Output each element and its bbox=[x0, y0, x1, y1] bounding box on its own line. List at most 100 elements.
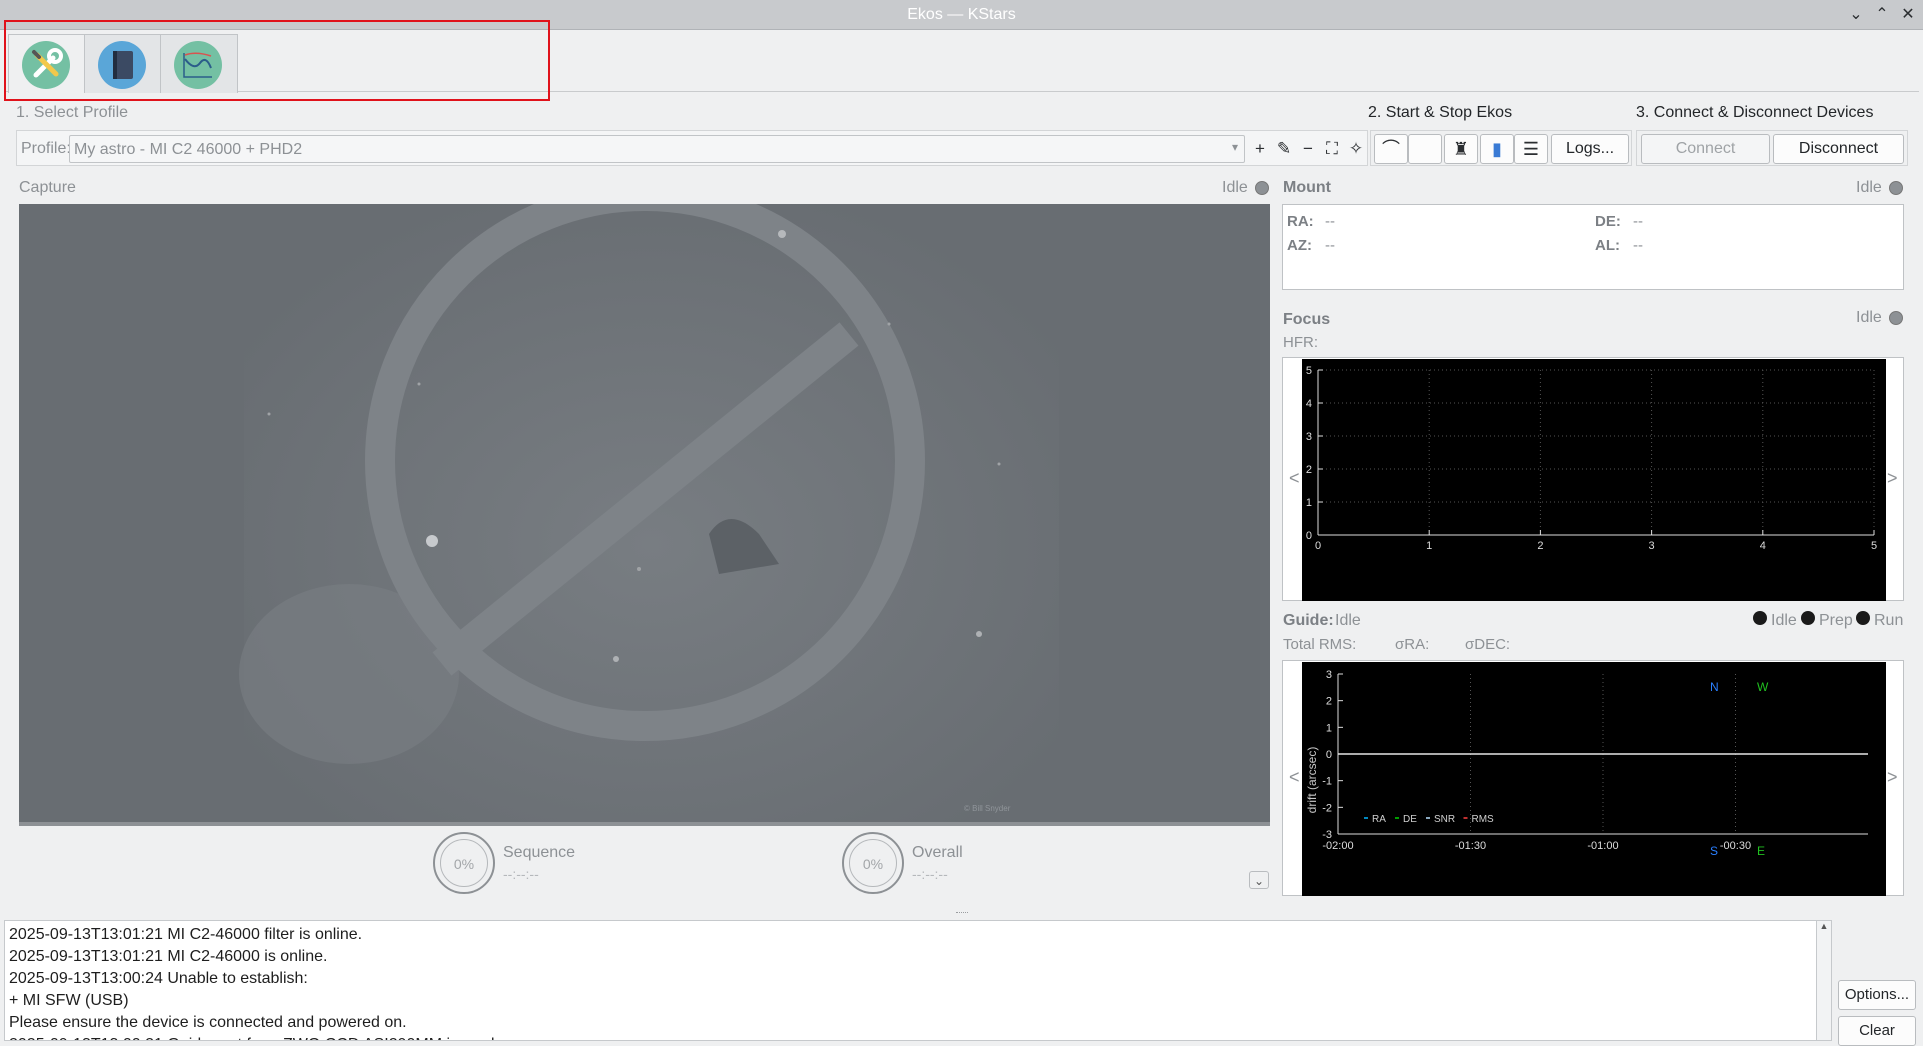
overall-percent: 0% bbox=[849, 839, 897, 887]
hfr-label: HFR: bbox=[1283, 334, 1318, 351]
start-ekos-button[interactable] bbox=[1408, 134, 1442, 164]
log-line: + MI SFW (USB) bbox=[9, 992, 129, 1009]
radio-idle-label: Idle bbox=[1771, 612, 1797, 629]
guide-ytick-label: 2 bbox=[1326, 696, 1332, 708]
mount-status: Idle bbox=[1856, 179, 1882, 196]
focus-hfr-chart: 0 1 2 3 4 5 0 1 2 3 4 5 bbox=[1302, 359, 1886, 601]
radio-prep-label: Prep bbox=[1819, 612, 1853, 629]
overall-time: --:--:-- bbox=[912, 866, 948, 882]
overall-progress-ring: 0% bbox=[842, 832, 904, 894]
wizard-icon[interactable]: ✧ bbox=[1345, 138, 1367, 160]
focus-nav-right-icon[interactable]: > bbox=[1887, 468, 1898, 489]
focus-label: Focus bbox=[1283, 311, 1331, 328]
sigma-ra-label: σRA: bbox=[1395, 636, 1430, 653]
log-scrollbar[interactable]: ▲ bbox=[1816, 920, 1832, 1041]
minimize-icon[interactable]: ⌄ bbox=[1846, 5, 1866, 25]
guide-legend-label: RA bbox=[1372, 814, 1386, 825]
capture-preview: © Bill Snyder bbox=[19, 204, 1270, 822]
focus-nav-left-icon[interactable]: < bbox=[1289, 468, 1300, 489]
total-rms-label: Total RMS: bbox=[1283, 636, 1357, 653]
disconnect-link-icon[interactable]: ⌒ bbox=[1374, 134, 1408, 164]
compass-e: E bbox=[1757, 844, 1765, 858]
connect-devices-label: 3. Connect & Disconnect Devices bbox=[1636, 104, 1874, 121]
focus-status: Idle bbox=[1856, 309, 1882, 326]
guide-panel: < > 3 2 1 0 -1 -2 -3 -02:00 -01:30 -01:00 -00:30 d… bbox=[1282, 660, 1904, 896]
log-options-button[interactable]: Options... bbox=[1838, 980, 1916, 1010]
expand-chevron-icon[interactable]: ⌄ bbox=[1249, 871, 1269, 889]
compass-s: S bbox=[1710, 844, 1718, 858]
guide-ytick-label: 0 bbox=[1326, 749, 1332, 761]
logs-button[interactable]: Logs... bbox=[1551, 134, 1629, 164]
capture-label: Capture bbox=[19, 179, 76, 196]
focus-status-led bbox=[1889, 311, 1903, 325]
focus-xtick-label: 4 bbox=[1760, 540, 1766, 552]
guide-ytick-label: -1 bbox=[1322, 776, 1332, 788]
connect-group: Connect Disconnect bbox=[1636, 130, 1908, 166]
de-value: -- bbox=[1633, 213, 1643, 230]
log-line: Please ensure the device is connected an… bbox=[9, 1014, 407, 1031]
remove-profile-icon[interactable]: − bbox=[1297, 138, 1319, 160]
log-clear-button[interactable]: Clear bbox=[1838, 1016, 1916, 1046]
splitter-handle[interactable] bbox=[956, 912, 968, 915]
al-value: -- bbox=[1633, 237, 1643, 254]
connect-button[interactable]: Connect bbox=[1641, 134, 1770, 164]
focus-ytick-label: 1 bbox=[1306, 497, 1312, 509]
radio-run bbox=[1856, 611, 1870, 625]
guide-ytick-label: 1 bbox=[1326, 722, 1332, 734]
settings-sliders-icon[interactable]: ☰ bbox=[1514, 134, 1548, 164]
capture-progress-bar bbox=[19, 822, 1270, 826]
mount-label: Mount bbox=[1283, 179, 1331, 196]
guide-xtick-label: -02:00 bbox=[1322, 840, 1353, 852]
sequence-label: Sequence bbox=[503, 844, 576, 861]
radio-run-label: Run bbox=[1874, 612, 1904, 629]
guide-label: Guide: bbox=[1283, 612, 1334, 629]
profile-value: My astro - MI C2 46000 + PHD2 bbox=[74, 141, 303, 158]
profile-select[interactable]: My astro - MI C2 46000 + PHD2 ▾ bbox=[69, 135, 1245, 163]
guide-ytick-label: 3 bbox=[1326, 669, 1332, 681]
sigma-dec-label: σDEC: bbox=[1465, 636, 1511, 653]
start-stop-group: ⌒ ♜ ▮ ☰ Logs... bbox=[1370, 130, 1632, 166]
fits-viewer-icon[interactable]: ▮ bbox=[1480, 134, 1514, 164]
guide-drift-chart: 3210-1-2-3-02:00 -01:30 -01:00 -00:30 drift… bbox=[1302, 662, 1886, 896]
guide-ylabel: drift (arcsec) bbox=[1305, 747, 1319, 814]
compass-n: N bbox=[1710, 680, 1719, 694]
guide-ytick-label: -2 bbox=[1322, 802, 1332, 814]
focus-ytick-label: 5 bbox=[1306, 365, 1312, 377]
focus-xtick-label: 1 bbox=[1426, 540, 1432, 552]
log-line: 2025-09-13T13:00:21 Guide port from ZWO … bbox=[5, 1034, 1819, 1040]
disconnect-button[interactable]: Disconnect bbox=[1773, 134, 1904, 164]
indi-control-panel-icon[interactable]: ♜ bbox=[1444, 134, 1478, 164]
focus-ytick-label: 2 bbox=[1306, 464, 1312, 476]
focus-xtick-label: 0 bbox=[1315, 540, 1321, 552]
capture-status: Idle bbox=[1222, 179, 1248, 196]
radio-idle bbox=[1753, 611, 1767, 625]
overall-label: Overall bbox=[912, 844, 963, 861]
maximize-icon[interactable]: ⌃ bbox=[1872, 5, 1892, 25]
capture-status-led bbox=[1255, 181, 1269, 195]
compass-w: W bbox=[1757, 680, 1769, 694]
guide-nav-left-icon[interactable]: < bbox=[1289, 767, 1300, 788]
mount-status-led bbox=[1889, 181, 1903, 195]
select-profile-label: 1. Select Profile bbox=[16, 104, 129, 121]
tab-highlight-box bbox=[4, 20, 550, 101]
de-label: DE: bbox=[1595, 213, 1621, 230]
add-profile-icon[interactable]: + bbox=[1249, 138, 1271, 160]
al-label: AL: bbox=[1595, 237, 1620, 254]
sequence-time: --:--:-- bbox=[503, 866, 539, 882]
profile-label: Profile: bbox=[21, 140, 71, 157]
guide-xtick-label: -00:30 bbox=[1720, 840, 1751, 852]
focus-xtick-label: 5 bbox=[1871, 540, 1877, 552]
sequence-progress-ring: 0% bbox=[433, 832, 495, 894]
edit-profile-icon[interactable]: ✎ bbox=[1273, 138, 1295, 160]
close-icon[interactable]: ✕ bbox=[1898, 5, 1918, 25]
guide-legend-label: SNR bbox=[1434, 814, 1455, 825]
mount-panel: RA: -- DE: -- AZ: -- AL: -- bbox=[1282, 204, 1904, 290]
guide-nav-right-icon[interactable]: > bbox=[1887, 767, 1898, 788]
log-line: 2025-09-13T13:00:24 Unable to establish: bbox=[9, 970, 308, 987]
start-stop-label: 2. Start & Stop Ekos bbox=[1368, 104, 1513, 121]
focus-ytick-label: 0 bbox=[1306, 530, 1312, 542]
scan-ports-icon[interactable]: ⛶ bbox=[1321, 138, 1343, 160]
focus-xtick-label: 3 bbox=[1649, 540, 1655, 552]
scroll-up-icon[interactable]: ▲ bbox=[1817, 921, 1831, 931]
focus-ytick-label: 3 bbox=[1306, 431, 1312, 443]
